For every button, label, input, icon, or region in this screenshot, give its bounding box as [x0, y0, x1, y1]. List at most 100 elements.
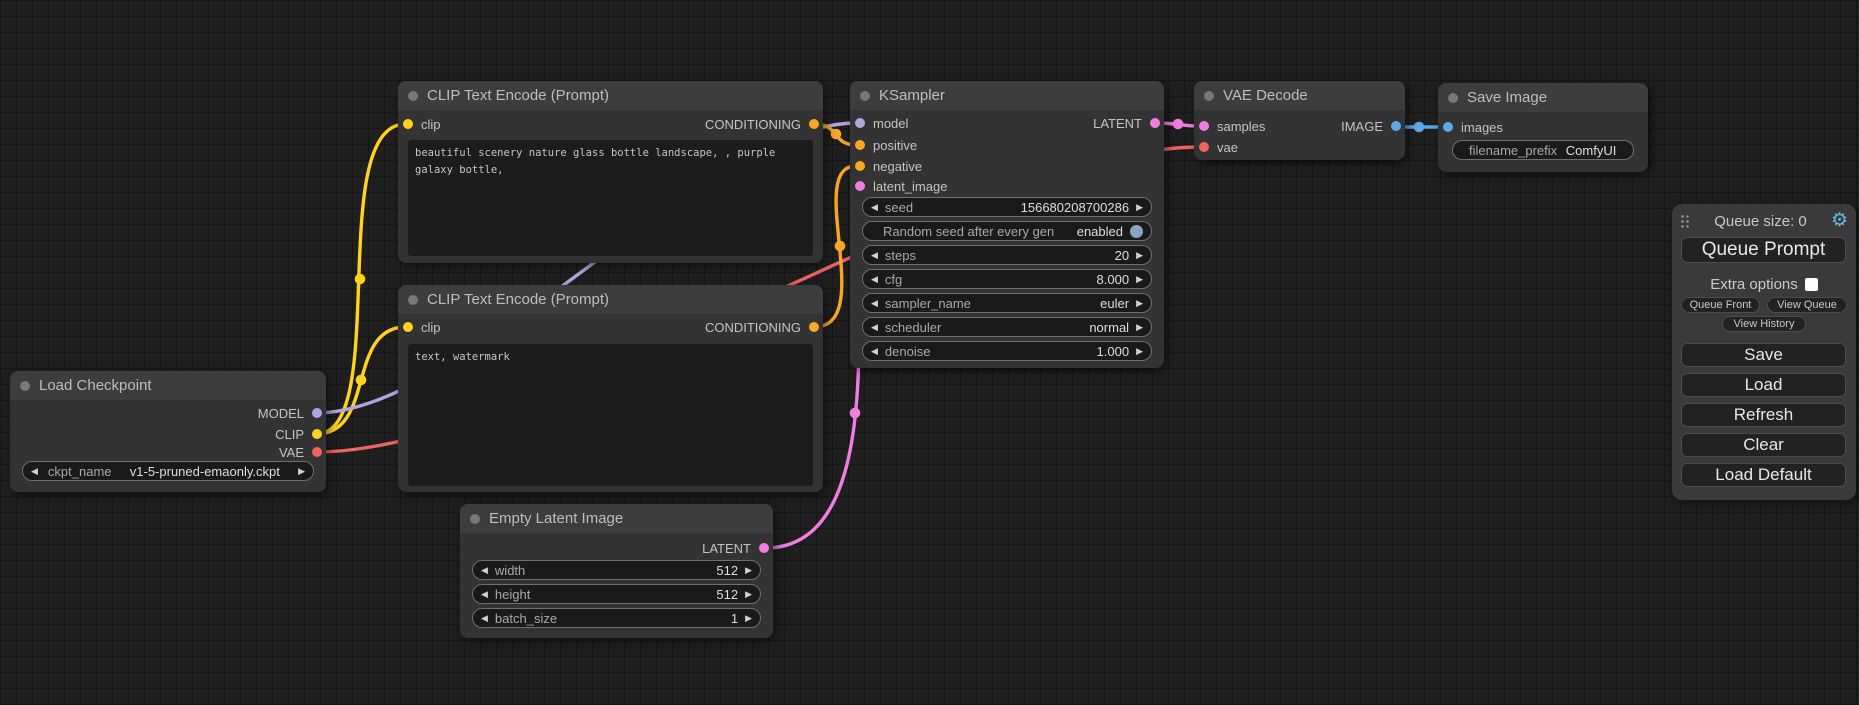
next-arrow-icon[interactable]: ▶	[745, 613, 752, 624]
queue-front-button[interactable]: Queue Front	[1681, 297, 1760, 313]
batch-size-widget[interactable]: ◀ batch_size 1 ▶	[472, 608, 761, 628]
node-title-bar[interactable]: CLIP Text Encode (Prompt)	[398, 285, 823, 314]
save-button[interactable]: Save	[1681, 343, 1846, 367]
output-conditioning: CONDITIONING	[705, 117, 819, 131]
model-port-icon[interactable]	[855, 118, 865, 128]
link-dot[interactable]	[850, 408, 861, 419]
sampler-name-widget[interactable]: ◀ sampler_name euler ▶	[862, 293, 1152, 313]
prev-arrow-icon[interactable]: ◀	[871, 274, 878, 285]
link-dot[interactable]	[831, 129, 842, 140]
latent-port-icon[interactable]	[759, 543, 769, 553]
next-arrow-icon[interactable]: ▶	[1136, 250, 1143, 261]
clip-port-icon[interactable]	[403, 119, 413, 129]
vae-port-icon[interactable]	[1199, 142, 1209, 152]
conditioning-port-icon[interactable]	[855, 140, 865, 150]
node-clip-text-encode-2[interactable]: CLIP Text Encode (Prompt) clip CONDITION…	[398, 285, 823, 492]
latent-port-icon[interactable]	[1199, 121, 1209, 131]
denoise-widget[interactable]: ◀ denoise 1.000 ▶	[862, 341, 1152, 361]
next-arrow-icon[interactable]: ▶	[745, 589, 752, 600]
widget-value[interactable]: 1	[731, 611, 738, 626]
link-dot[interactable]	[355, 274, 366, 285]
random-seed-toggle[interactable]: Random seed after every gen enabled	[862, 221, 1152, 241]
node-title-bar[interactable]: VAE Decode	[1194, 81, 1405, 110]
node-title-bar[interactable]: Save Image	[1438, 83, 1648, 112]
cfg-widget[interactable]: ◀ cfg 8.000 ▶	[862, 269, 1152, 289]
latent-port-icon[interactable]	[1150, 118, 1160, 128]
widget-value[interactable]: 20	[1115, 248, 1129, 263]
link-dot[interactable]	[1173, 119, 1184, 130]
next-arrow-icon[interactable]: ▶	[1136, 202, 1143, 213]
extra-options-checkbox[interactable]	[1805, 278, 1818, 291]
widget-label: sampler_name	[885, 296, 971, 311]
prev-arrow-icon[interactable]: ◀	[871, 250, 878, 261]
conditioning-port-icon[interactable]	[855, 161, 865, 171]
refresh-button[interactable]: Refresh	[1681, 403, 1846, 427]
prev-arrow-icon[interactable]: ◀	[481, 613, 488, 624]
ckpt-name-widget[interactable]: ◀ ckpt_name v1-5-pruned-emaonly.ckpt ▶	[22, 461, 314, 481]
input-vae: vae	[1199, 140, 1238, 154]
prompt-textarea[interactable]: beautiful scenery nature glass bottle la…	[408, 140, 813, 256]
next-arrow-icon[interactable]: ▶	[1136, 274, 1143, 285]
prev-arrow-icon[interactable]: ◀	[481, 589, 488, 600]
next-arrow-icon[interactable]: ▶	[1136, 322, 1143, 333]
vae-port-icon[interactable]	[312, 447, 322, 457]
widget-value[interactable]: 512	[716, 563, 738, 578]
node-title-bar[interactable]: KSampler	[850, 81, 1164, 110]
prev-arrow-icon[interactable]: ◀	[871, 202, 878, 213]
next-arrow-icon[interactable]: ▶	[1136, 346, 1143, 357]
widget-value[interactable]: euler	[1100, 296, 1129, 311]
node-title-bar[interactable]: Load Checkpoint	[10, 371, 326, 400]
prev-arrow-icon[interactable]: ◀	[481, 565, 488, 576]
prompt-textarea[interactable]: text, watermark	[408, 344, 813, 486]
widget-value[interactable]: 8.000	[1097, 272, 1130, 287]
link-dot[interactable]	[835, 241, 846, 252]
next-arrow-icon[interactable]: ▶	[1136, 298, 1143, 309]
widget-value[interactable]: 156680208700286	[1021, 200, 1129, 215]
conditioning-port-icon[interactable]	[809, 322, 819, 332]
queue-prompt-button[interactable]: Queue Prompt	[1681, 237, 1846, 263]
widget-value[interactable]: normal	[1089, 320, 1129, 335]
clip-port-icon[interactable]	[312, 429, 322, 439]
image-port-icon[interactable]	[1443, 122, 1453, 132]
widget-value[interactable]: ComfyUI	[1566, 143, 1617, 158]
node-clip-text-encode-1[interactable]: CLIP Text Encode (Prompt) clip CONDITION…	[398, 81, 823, 263]
view-history-button[interactable]: View History	[1722, 316, 1806, 332]
clip-port-icon[interactable]	[403, 322, 413, 332]
clear-button[interactable]: Clear	[1681, 433, 1846, 457]
node-vae-decode[interactable]: VAE Decode samples vae IMAGE	[1194, 81, 1405, 160]
steps-widget[interactable]: ◀ steps 20 ▶	[862, 245, 1152, 265]
load-default-button[interactable]: Load Default	[1681, 463, 1846, 487]
conditioning-port-icon[interactable]	[809, 119, 819, 129]
widget-value[interactable]: 1.000	[1097, 344, 1130, 359]
node-load-checkpoint[interactable]: Load Checkpoint MODEL CLIP VAE ◀ ckpt_na…	[10, 371, 326, 492]
image-port-icon[interactable]	[1391, 121, 1401, 131]
widget-value[interactable]: enabled	[1077, 224, 1123, 239]
prev-arrow-icon[interactable]: ◀	[31, 466, 38, 477]
node-title-bar[interactable]: CLIP Text Encode (Prompt)	[398, 81, 823, 110]
model-port-icon[interactable]	[312, 408, 322, 418]
height-widget[interactable]: ◀ height 512 ▶	[472, 584, 761, 604]
prev-arrow-icon[interactable]: ◀	[871, 298, 878, 309]
load-button[interactable]: Load	[1681, 373, 1846, 397]
prev-arrow-icon[interactable]: ◀	[871, 322, 878, 333]
settings-gear-icon[interactable]: ⚙	[1831, 212, 1848, 230]
next-arrow-icon[interactable]: ▶	[298, 466, 305, 477]
drag-handle-icon[interactable]	[1680, 214, 1690, 228]
widget-value[interactable]: 512	[716, 587, 738, 602]
node-ksampler[interactable]: KSampler model positive negative latent_…	[850, 81, 1164, 368]
node-save-image[interactable]: Save Image images filename_prefix ComfyU…	[1438, 83, 1648, 172]
link-dot[interactable]	[356, 375, 367, 386]
toggle-enabled-icon[interactable]	[1130, 225, 1143, 238]
next-arrow-icon[interactable]: ▶	[745, 565, 752, 576]
node-empty-latent-image[interactable]: Empty Latent Image LATENT ◀ width 512 ▶ …	[460, 504, 773, 638]
link-dot[interactable]	[1414, 122, 1425, 133]
latent-port-icon[interactable]	[855, 181, 865, 191]
seed-widget[interactable]: ◀ seed 156680208700286 ▶	[862, 197, 1152, 217]
widget-value[interactable]: v1-5-pruned-emaonly.ckpt	[130, 464, 280, 479]
width-widget[interactable]: ◀ width 512 ▶	[472, 560, 761, 580]
filename-prefix-widget[interactable]: filename_prefix ComfyUI	[1452, 140, 1634, 160]
prev-arrow-icon[interactable]: ◀	[871, 346, 878, 357]
scheduler-widget[interactable]: ◀ scheduler normal ▶	[862, 317, 1152, 337]
node-title-bar[interactable]: Empty Latent Image	[460, 504, 773, 533]
view-queue-button[interactable]: View Queue	[1767, 297, 1847, 313]
